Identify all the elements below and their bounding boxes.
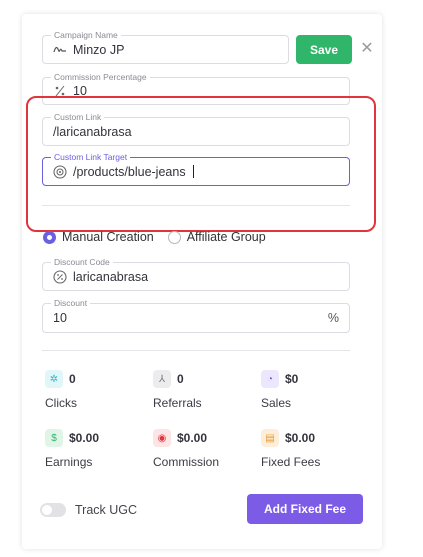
track-ugc-label: Track UGC [75, 503, 138, 517]
commission-value: $0.00 [177, 431, 208, 445]
radio-affiliate-group[interactable] [167, 230, 181, 244]
stat-referrals: ⅄ 0 Referrals [153, 370, 202, 410]
manual-creation-label[interactable]: Manual Creation [62, 230, 154, 244]
campaign-name-value: Minzo JP [73, 42, 125, 57]
earnings-label: Earnings [45, 455, 93, 469]
share-icon: ⅄ [153, 370, 171, 388]
chart-icon: ◔ [261, 370, 279, 388]
click-icon: ✲ [45, 370, 63, 388]
discount-code-field[interactable]: Discount Code laricanabrasa [42, 256, 350, 291]
fixed-fees-label: Fixed Fees [261, 455, 321, 469]
stat-sales: ◔ $0 Sales [261, 370, 298, 410]
discount-unit: % [327, 311, 339, 325]
creation-mode-radio-group: Manual Creation Affiliate Group [43, 229, 266, 245]
dollar-icon: $ [45, 429, 63, 447]
coin-icon: ◉ [153, 429, 171, 447]
fixed-fees-value: $0.00 [285, 431, 316, 445]
text-caret [192, 165, 194, 178]
clicks-label: Clicks [45, 396, 77, 410]
stat-earnings: $ $0.00 Earnings [45, 429, 99, 469]
close-icon[interactable]: ✕ [360, 40, 374, 57]
earnings-value: $0.00 [69, 431, 100, 445]
receipt-icon: ▤ [261, 429, 279, 447]
custom-link-field[interactable]: Custom Link /laricanabrasa [42, 111, 350, 146]
discount-tag-icon [53, 269, 67, 284]
discount-field[interactable]: Discount 10 % [42, 297, 350, 333]
affiliate-group-label[interactable]: Affiliate Group [187, 230, 266, 244]
save-button[interactable]: Save [296, 35, 352, 64]
custom-link-target-value: /products/blue-jeans [73, 164, 186, 179]
referrals-label: Referrals [153, 396, 202, 410]
campaign-name-field[interactable]: Campaign Name Minzo JP [42, 29, 289, 64]
discount-code-value: laricanabrasa [73, 269, 149, 284]
clicks-value: 0 [69, 372, 76, 386]
add-fixed-fee-button[interactable]: Add Fixed Fee [247, 494, 363, 524]
commission-label: Commission [153, 455, 220, 469]
referrals-value: 0 [177, 372, 184, 386]
stat-fixed-fees: ▤ $0.00 Fixed Fees [261, 429, 320, 469]
divider [42, 350, 350, 351]
custom-link-target-field[interactable]: Custom Link Target /products/blue-jeans [42, 151, 350, 186]
target-icon [53, 164, 67, 179]
stat-commission: ◉ $0.00 Commission [153, 429, 219, 469]
track-ugc-toggle[interactable] [40, 503, 66, 517]
divider [42, 205, 350, 206]
signature-icon [53, 43, 67, 57]
radio-manual-creation[interactable] [43, 230, 56, 244]
custom-link-value: /laricanabrasa [53, 124, 132, 139]
stat-clicks: ✲ 0 Clicks [45, 370, 77, 410]
sales-label: Sales [261, 396, 292, 410]
discount-value: 10 [53, 311, 67, 325]
sales-value: $0 [285, 372, 299, 386]
